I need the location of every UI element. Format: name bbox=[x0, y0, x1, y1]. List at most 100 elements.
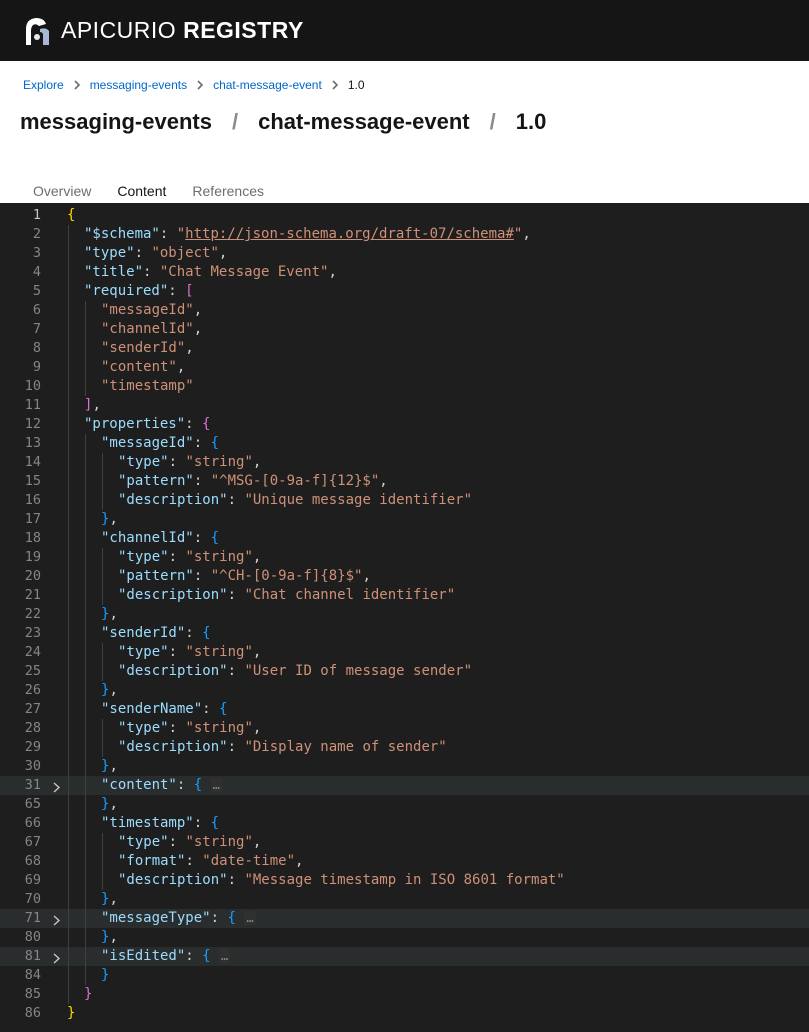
breadcrumb-explore[interactable]: Explore bbox=[23, 78, 64, 92]
code-line[interactable]: 65}, bbox=[0, 795, 809, 814]
code-line[interactable]: 17}, bbox=[0, 510, 809, 529]
code-line[interactable]: 28 "type": "string", bbox=[0, 719, 809, 738]
code-token: : bbox=[168, 834, 186, 850]
fold-chevron-right-icon[interactable] bbox=[51, 780, 61, 793]
indent-guide bbox=[68, 472, 69, 491]
code-editor[interactable]: 1{2 "$schema": "http://json-schema.org/dr… bbox=[0, 203, 809, 1032]
title-group: messaging-events bbox=[20, 109, 212, 134]
code-line[interactable]: 13 "messageId": { bbox=[0, 434, 809, 453]
code-line[interactable]: 29 "description": "Display name of sender… bbox=[0, 738, 809, 757]
indent-guide bbox=[68, 320, 69, 339]
breadcrumb-group[interactable]: messaging-events bbox=[90, 78, 187, 92]
code-line[interactable]: 84} bbox=[0, 966, 809, 985]
indent-guide bbox=[68, 909, 69, 928]
code-text: "senderId", bbox=[101, 339, 194, 358]
line-number: 29 bbox=[24, 739, 41, 755]
indent-guide bbox=[85, 662, 86, 681]
indent-guide bbox=[85, 757, 86, 776]
code-token: { bbox=[219, 701, 228, 717]
code-line[interactable]: 21 "description": "Chat channel identifie… bbox=[0, 586, 809, 605]
code-line[interactable]: 2 "$schema": "http://json-schema.org/draf… bbox=[0, 225, 809, 244]
code-token: } bbox=[84, 986, 93, 1002]
indent-guide bbox=[68, 681, 69, 700]
code-line[interactable]: 26}, bbox=[0, 681, 809, 700]
indent-guide bbox=[85, 852, 86, 871]
fold-chevron-right-icon[interactable] bbox=[51, 951, 61, 964]
code-line[interactable]: 24 "type": "string", bbox=[0, 643, 809, 662]
line-number: 8 bbox=[32, 340, 41, 356]
code-text: "type": "string", bbox=[118, 643, 261, 662]
code-token: "senderId" bbox=[101, 625, 186, 641]
code-line[interactable]: 25 "description": "User ID of message sen… bbox=[0, 662, 809, 681]
folded-ellipsis[interactable]: … bbox=[219, 949, 231, 963]
code-line[interactable]: 14 "type": "string", bbox=[0, 453, 809, 472]
code-text: "messageId": { bbox=[101, 434, 219, 453]
indent-guide bbox=[85, 681, 86, 700]
code-line[interactable]: 30}, bbox=[0, 757, 809, 776]
code-token: : bbox=[193, 473, 211, 489]
indent-guide bbox=[68, 985, 69, 1004]
code-token: , bbox=[109, 758, 118, 774]
code-token: "Chat Message Event" bbox=[159, 264, 329, 280]
code-line[interactable]: 86} bbox=[0, 1004, 809, 1023]
code-line[interactable]: 23 "senderId": { bbox=[0, 624, 809, 643]
code-text: "timestamp" bbox=[101, 377, 194, 396]
brand-name: APICURIO REGISTRY bbox=[61, 19, 304, 42]
code-token: { bbox=[210, 530, 220, 546]
code-text: }, bbox=[101, 757, 118, 776]
indent-guide bbox=[68, 339, 69, 358]
code-text: }, bbox=[101, 681, 118, 700]
code-line[interactable]: 22}, bbox=[0, 605, 809, 624]
code-line[interactable]: 9 "content", bbox=[0, 358, 809, 377]
code-line[interactable]: 31 "content": { … bbox=[0, 776, 809, 795]
code-token: "^CH-[0-9a-f]{8}$" bbox=[210, 568, 363, 584]
indent-guide bbox=[85, 548, 86, 567]
code-line[interactable]: 12 "properties": { bbox=[0, 415, 809, 434]
code-line[interactable]: 68 "format": "date-time", bbox=[0, 852, 809, 871]
indent-guide bbox=[85, 890, 86, 909]
code-line[interactable]: 6 "messageId", bbox=[0, 301, 809, 320]
code-token: , bbox=[193, 302, 203, 318]
folded-ellipsis[interactable]: … bbox=[244, 911, 256, 925]
indent-guide bbox=[68, 567, 69, 586]
indent-guide bbox=[68, 700, 69, 719]
code-line[interactable]: 7 "channelId", bbox=[0, 320, 809, 339]
code-line[interactable]: 15 "pattern": "^MSG-[0-9a-f]{12}$", bbox=[0, 472, 809, 491]
breadcrumb-artifact[interactable]: chat-message-event bbox=[213, 78, 322, 92]
fold-chevron-right-icon[interactable] bbox=[51, 913, 61, 926]
code-line[interactable]: 19 "type": "string", bbox=[0, 548, 809, 567]
code-line[interactable]: 66 "timestamp": { bbox=[0, 814, 809, 833]
code-line[interactable]: 10 "timestamp" bbox=[0, 377, 809, 396]
code-line[interactable]: 70}, bbox=[0, 890, 809, 909]
code-line[interactable]: 27 "senderName": { bbox=[0, 700, 809, 719]
code-line[interactable]: 81 "isEdited": { … bbox=[0, 947, 809, 966]
code-token: { bbox=[210, 815, 220, 831]
code-line[interactable]: 18 "channelId": { bbox=[0, 529, 809, 548]
code-line[interactable]: 16 "description": "Unique message identif… bbox=[0, 491, 809, 510]
code-line[interactable]: 69 "description": "Message timestamp in I… bbox=[0, 871, 809, 890]
code-line[interactable]: 11], bbox=[0, 396, 809, 415]
code-line[interactable]: 3 "type": "object", bbox=[0, 244, 809, 263]
code-line[interactable]: 8 "senderId", bbox=[0, 339, 809, 358]
folded-ellipsis[interactable]: … bbox=[210, 778, 222, 792]
code-token: : bbox=[176, 777, 194, 793]
code-token: : bbox=[168, 283, 186, 299]
code-token: : bbox=[185, 625, 203, 641]
code-token: { bbox=[202, 625, 211, 641]
code-line[interactable]: 85} bbox=[0, 985, 809, 1004]
code-line[interactable]: 20 "pattern": "^CH-[0-9a-f]{8}$", bbox=[0, 567, 809, 586]
code-token: : bbox=[185, 853, 203, 869]
code-line[interactable]: 71 "messageType": { … bbox=[0, 909, 809, 928]
code-line[interactable]: 67 "type": "string", bbox=[0, 833, 809, 852]
indent-guide bbox=[68, 662, 69, 681]
code-line[interactable]: 1{ bbox=[0, 206, 809, 225]
masthead: APICURIO REGISTRY bbox=[0, 0, 809, 61]
code-token: } bbox=[101, 967, 110, 983]
code-line[interactable]: 5 "required": [ bbox=[0, 282, 809, 301]
indent-guide bbox=[85, 358, 86, 377]
code-line[interactable]: 80}, bbox=[0, 928, 809, 947]
code-token[interactable]: http://json-schema.org/draft-07/schema# bbox=[185, 226, 514, 242]
apicurio-registry-logo[interactable]: APICURIO REGISTRY bbox=[22, 15, 304, 47]
code-line[interactable]: 4 "title": "Chat Message Event", bbox=[0, 263, 809, 282]
code-token: , bbox=[109, 929, 118, 945]
